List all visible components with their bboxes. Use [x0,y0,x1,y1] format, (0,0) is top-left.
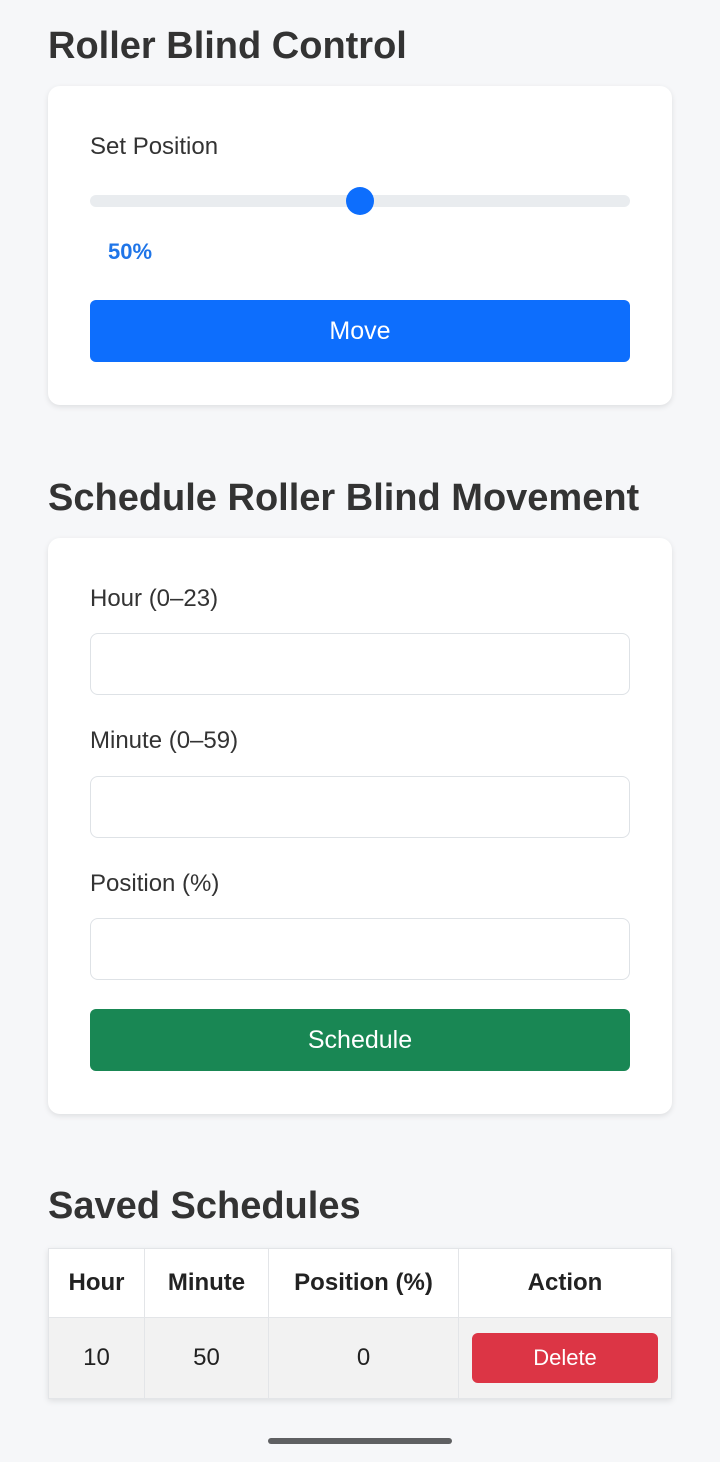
cell-position: 0 [268,1317,459,1399]
position-label: Position (%) [90,870,220,897]
hour-input[interactable] [90,633,630,695]
cell-minute: 50 [144,1317,269,1399]
home-indicator[interactable] [268,1438,452,1444]
column-header-position: Position (%) [268,1248,459,1318]
minute-input[interactable] [90,776,630,838]
schedule-button[interactable]: Schedule [90,1009,630,1071]
minute-label: Minute (0–59) [90,727,239,754]
position-slider[interactable] [90,186,630,216]
saved-title: Saved Schedules [48,1185,361,1227]
position-input[interactable] [90,918,630,980]
slider-thumb[interactable] [346,187,374,215]
cell-hour: 10 [48,1317,145,1399]
control-title: Roller Blind Control [48,25,407,67]
column-header-minute: Minute [144,1248,269,1318]
set-position-label: Set Position [90,133,219,160]
slider-value: 50% [108,239,153,264]
table-row: 10 50 0 Delete [48,1317,672,1399]
hour-label: Hour (0–23) [90,585,219,612]
column-header-action: Action [458,1248,672,1318]
move-button[interactable]: Move [90,300,630,362]
schedule-title: Schedule Roller Blind Movement [48,477,640,519]
delete-button[interactable]: Delete [472,1333,658,1383]
schedule-card: Hour (0–23) Minute (0–59) Position (%) S… [48,538,672,1114]
control-card: Set Position 50% Move [48,86,672,405]
column-header-hour: Hour [48,1248,145,1318]
cell-action: Delete [458,1317,672,1399]
saved-schedules-table: Hour Minute Position (%) Action 10 50 0 … [48,1248,672,1399]
table-header-row: Hour Minute Position (%) Action [48,1248,672,1318]
